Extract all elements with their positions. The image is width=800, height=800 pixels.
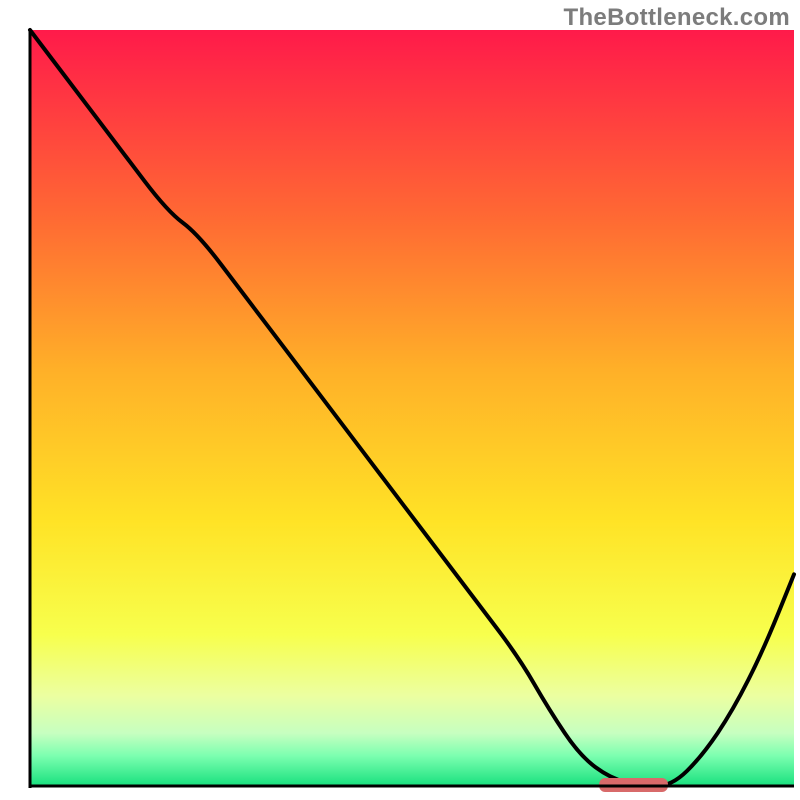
plot-background [30, 30, 794, 786]
watermark-text: TheBottleneck.com [564, 4, 790, 32]
bottleneck-chart [0, 0, 800, 800]
chart-container: TheBottleneck.com [0, 0, 800, 800]
